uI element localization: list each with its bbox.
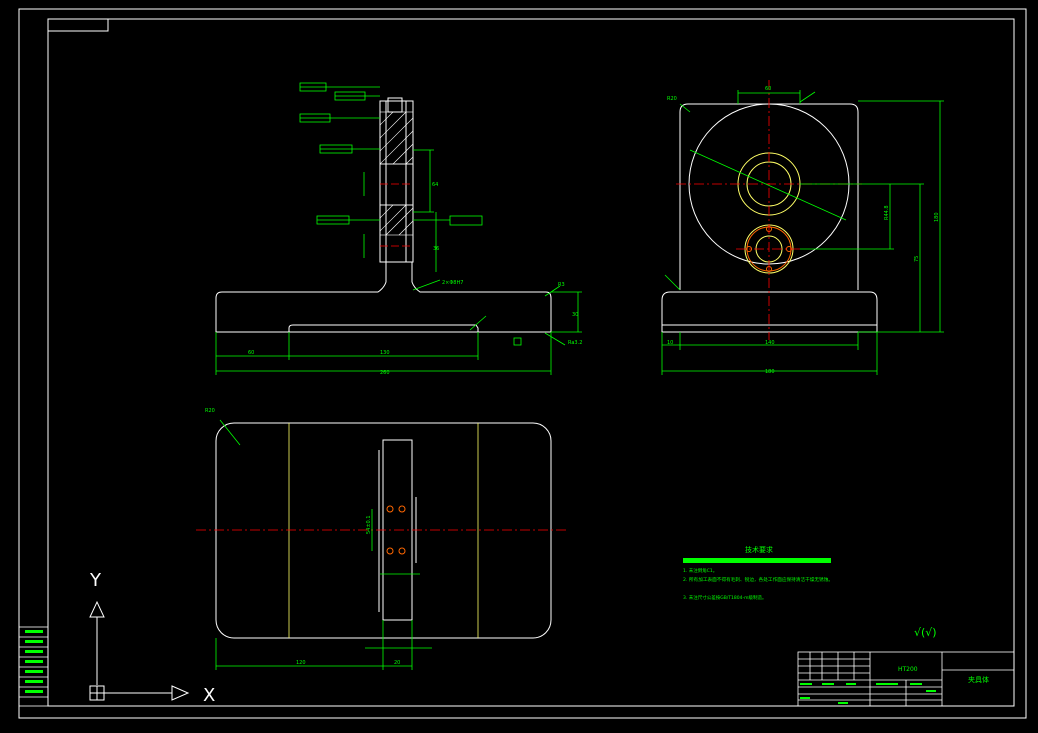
svg-text:Ra3.2: Ra3.2 — [568, 340, 582, 346]
ucs-icon: Y X — [89, 570, 215, 706]
material-text: HT200 — [898, 666, 918, 673]
svg-text:10: 10 — [667, 340, 673, 346]
cad-drawing: 60 130 260 30 64 36 2×Φ8H7 Ra3.2 R3 60 1… — [18, 8, 1027, 719]
side-table — [18, 626, 49, 707]
svg-text:260: 260 — [380, 370, 390, 376]
front-view: 60 130 260 30 64 36 2×Φ8H7 Ra3.2 R3 — [215, 82, 582, 376]
svg-text:2×Φ8H7: 2×Φ8H7 — [442, 280, 463, 286]
side-view: 60 180 75 R44.8 140 180 10 R20 — [661, 80, 944, 375]
tech-req-line-1: 1. 未注倒角C1。 — [683, 567, 717, 574]
svg-text:R20: R20 — [205, 408, 215, 414]
technical-requirements: 技术要求 1. 未注倒角C1。 2. 所有加工表面不得有毛刺、锐边，各处工作面应… — [683, 545, 833, 601]
part-name-text: 夹具体 — [968, 675, 989, 684]
svg-text:20: 20 — [394, 660, 400, 666]
sheet-border — [18, 8, 1027, 719]
svg-text:R44.8: R44.8 — [884, 205, 890, 220]
ucs-y-label: Y — [89, 570, 102, 591]
svg-text:60: 60 — [248, 350, 254, 356]
tech-req-line-2: 2. 所有加工表面不得有毛刺、锐边，各处工作面应保持清洁干燥无锈蚀。 — [683, 576, 833, 583]
svg-text:R20: R20 — [667, 96, 677, 102]
roughness-symbol: √(√) — [914, 626, 937, 639]
top-view: 120 20 R20 54±0.1 — [196, 408, 566, 670]
ucs-x-label: X — [203, 685, 215, 706]
svg-text:180: 180 — [765, 369, 775, 375]
title-block: HT200 夹具体 — [797, 651, 1015, 707]
svg-text:75: 75 — [914, 256, 920, 262]
svg-text:R3: R3 — [558, 282, 565, 288]
svg-text:130: 130 — [380, 350, 390, 356]
svg-text:64: 64 — [432, 182, 438, 188]
svg-text:180: 180 — [934, 212, 940, 222]
svg-text:60: 60 — [765, 86, 771, 92]
svg-text:30: 30 — [572, 312, 578, 318]
svg-text:36: 36 — [433, 246, 439, 252]
svg-text:140: 140 — [765, 340, 775, 346]
svg-text:54±0.1: 54±0.1 — [366, 515, 372, 534]
svg-text:120: 120 — [296, 660, 306, 666]
tech-req-line-3: 3. 未注尺寸公差按GB/T1804-m级制造。 — [683, 594, 767, 601]
tech-req-title: 技术要求 — [745, 545, 773, 554]
